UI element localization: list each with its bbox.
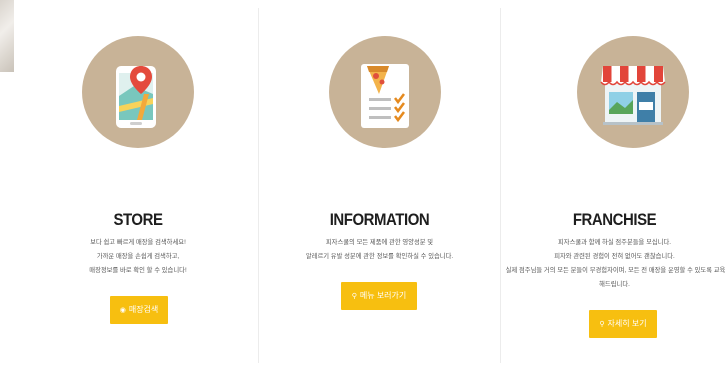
desc-line: 가까운 매장을 손쉽게 검색하고, [96, 253, 180, 260]
franchise-icon-circle [577, 36, 689, 148]
franchise-description: 피자스쿨과 함께 하실 점주분들을 모십니다. 피자와 관련된 경험이 전혀 없… [501, 236, 728, 292]
information-card: INFORMATION 피자스쿨의 모든 제품에 관한 영양성분 및 알레르기 … [259, 0, 500, 369]
desc-line: 피자스쿨의 모든 제품에 관한 영양성분 및 [325, 239, 434, 246]
desc-line: 피자와 관련된 경험이 전혀 없어도 괜찮습니다. [554, 253, 675, 260]
store-card: STORE 보다 쉽고 빠르게 매장을 검색하세요! 가까운 매장을 손쉽게 검… [18, 0, 258, 369]
desc-line: 해드립니다. [599, 281, 630, 288]
search-icon: ⚲ [599, 321, 605, 328]
information-icon-circle [329, 36, 441, 148]
franchise-details-button[interactable]: ⚲ 자세히 보기 [589, 310, 657, 338]
information-description: 피자스쿨의 모든 제품에 관한 영양성분 및 알레르기 유발 성분에 관한 정보… [259, 236, 500, 264]
storefront-open-icon [600, 66, 666, 125]
desc-line: 알레르기 유발 성분에 관한 정보를 확인하실 수 있습니다. [305, 253, 454, 260]
store-icon-circle [82, 36, 194, 148]
store-search-button[interactable]: ◉ 매장검색 [110, 296, 168, 324]
store-title: STORE [113, 210, 163, 229]
desc-line: 보다 쉽고 빠르게 매장을 검색하세요! [90, 239, 186, 246]
location-pin-icon: ◉ [119, 307, 126, 314]
desc-line: 실제 점주님들 거의 모든 분들이 무경험자이며, 모든 전 매장을 운영할 수… [505, 267, 726, 274]
store-description: 보다 쉽고 빠르게 매장을 검색하세요! 가까운 매장을 손쉽게 검색하고, 매… [18, 236, 258, 278]
search-icon: ⚲ [351, 293, 357, 300]
store-locator-phone-icon [116, 66, 156, 128]
button-label: 자세히 보기 [607, 319, 647, 328]
franchise-card: FRANCHISE 피자스쿨과 함께 하실 점주분들을 모십니다. 피자와 관련… [501, 0, 728, 369]
menu-view-button[interactable]: ⚲ 메뉴 보러가기 [341, 282, 417, 310]
button-label: 매장검색 [128, 305, 159, 314]
previous-slide-photo-edge [0, 0, 14, 72]
information-title: INFORMATION [329, 210, 430, 229]
desc-line: 매장정보를 바로 확인 할 수 있습니다! [89, 267, 187, 274]
pizza-checklist-icon [361, 64, 409, 128]
button-label: 메뉴 보러가기 [359, 291, 407, 300]
franchise-title: FRANCHISE [572, 210, 657, 229]
desc-line: 피자스쿨과 함께 하실 점주분들을 모십니다. [557, 239, 672, 246]
